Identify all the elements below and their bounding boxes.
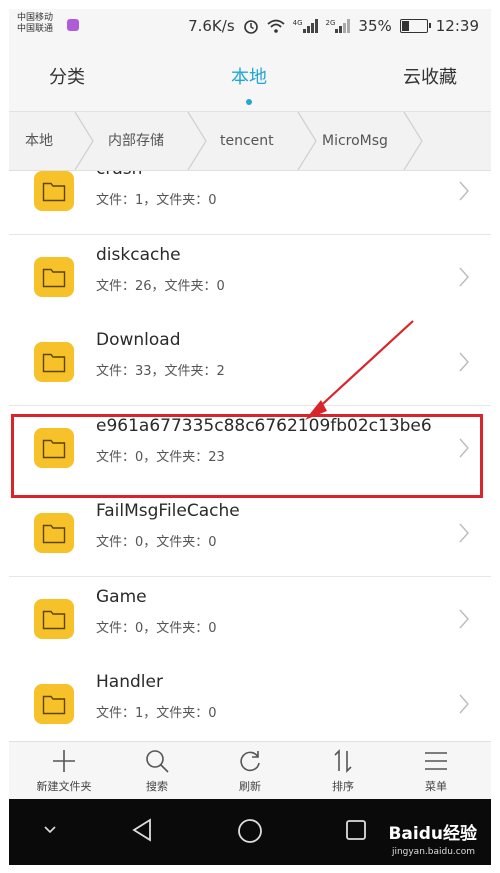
folder-row[interactable]: Handler 文件：1，文件夹：0 [9,662,491,741]
annotation-arrow [305,320,414,420]
hide-keyboard-icon[interactable] [43,825,57,835]
refresh-icon [240,751,260,772]
folder-icon [34,684,74,724]
plus-icon [53,750,75,772]
menu-button[interactable]: 菜单 [391,746,481,794]
chevron-right-icon [459,694,469,714]
new-folder-label: 新建文件夹 [36,780,92,793]
back-icon[interactable] [131,818,153,842]
watermark-url: jingyan.baidu.com [391,847,475,857]
refresh-button[interactable]: 刷新 [205,746,295,794]
folder-meta: 文件：0，文件夹：0 [96,535,217,550]
phone-screen: 中国移动 中国联通 7.6K/s 4G 2G 35% 12:39 分类 本地 云… [9,9,491,865]
folder-name: Handler [96,672,163,692]
search-button[interactable]: 搜索 [112,746,202,794]
folder-meta: 文件：1，文件夹：0 [96,706,217,721]
refresh-label: 刷新 [239,780,261,793]
sort-icon [334,749,352,773]
chevron-right-icon [459,609,469,628]
folder-icon [34,598,74,639]
sort-button[interactable]: 排序 [298,746,388,794]
sort-label: 排序 [332,780,354,793]
folder-meta: 文件：0，文件夹：0 [96,620,217,636]
watermark-brand: Baidu经验 [388,824,477,844]
folder-row[interactable]: Game 文件：0，文件夹：0 [9,576,491,663]
menu-icon [425,752,447,770]
home-icon[interactable] [237,818,263,844]
menu-label: 菜单 [425,780,447,793]
search-icon [146,750,169,773]
search-label: 搜索 [146,780,168,793]
recent-apps-icon[interactable] [345,819,367,841]
bottom-toolbar: 新建文件夹 搜索 刷新 排序 菜单 [9,741,491,800]
system-nav-bar: Baidu经验 jingyan.baidu.com [9,799,491,865]
new-folder-button[interactable]: 新建文件夹 [19,746,109,794]
folder-name: Game [96,586,147,607]
